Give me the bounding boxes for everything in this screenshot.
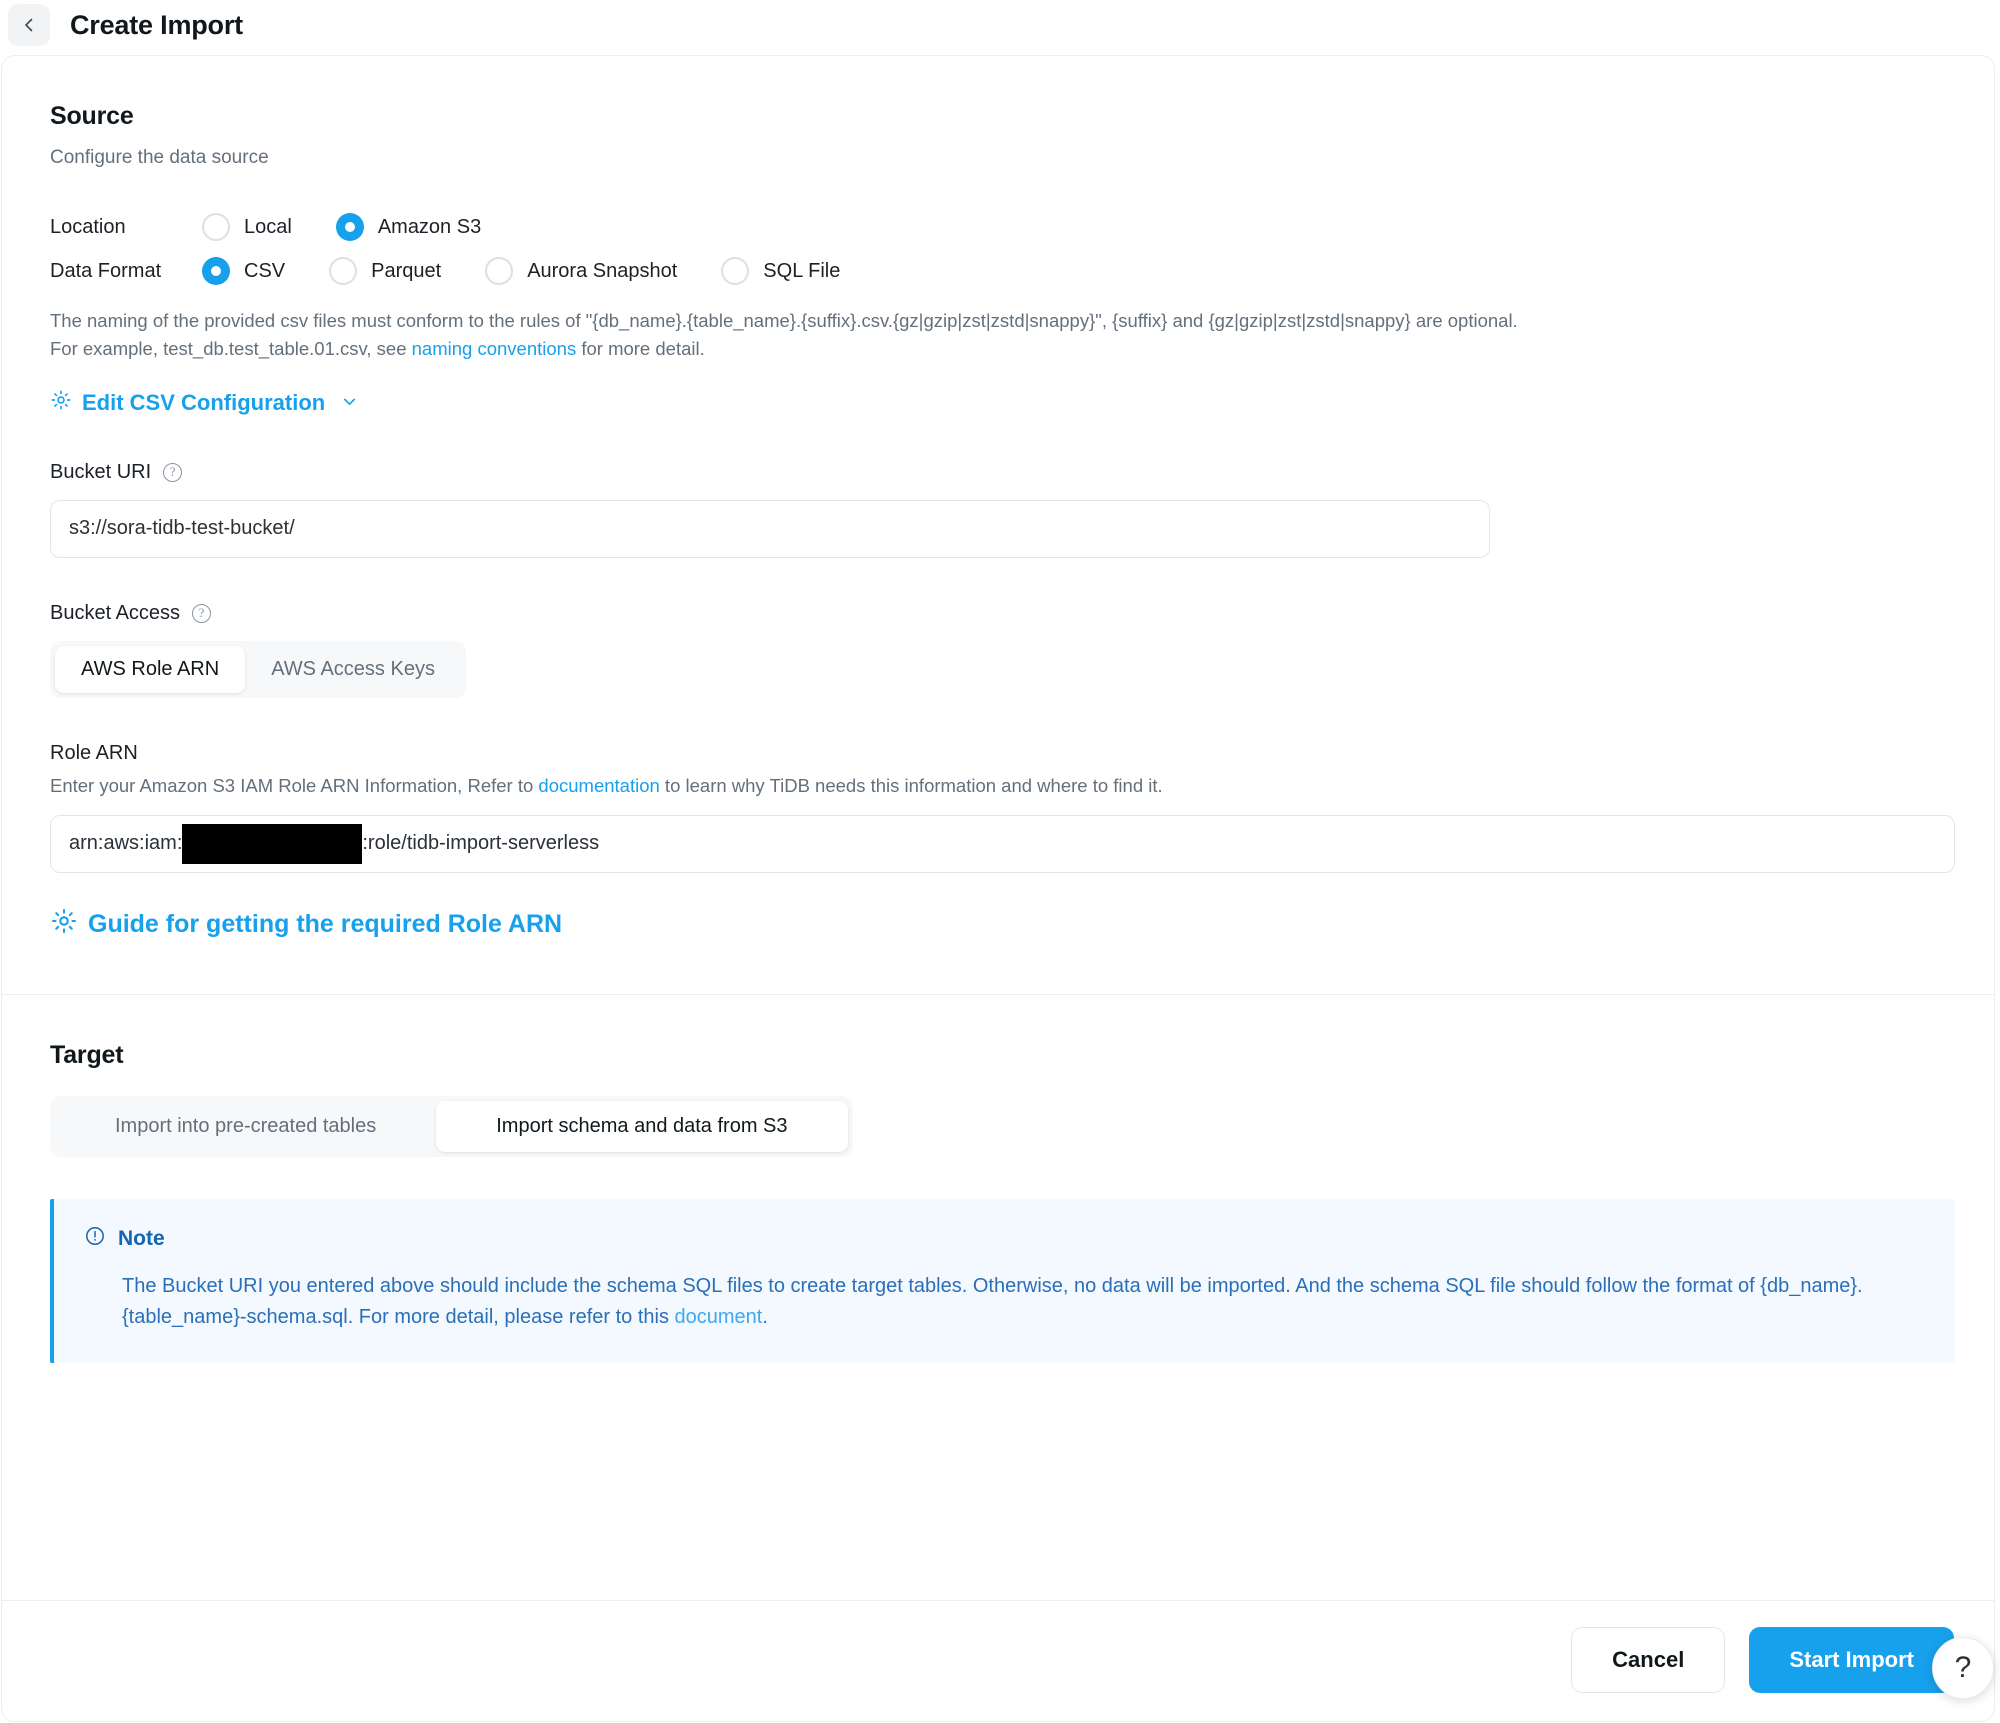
tab-import-schema-and-data-from-s3[interactable]: Import schema and data from S3	[436, 1100, 848, 1152]
role-arn-input[interactable]: arn:aws:iam: :role/tidb-import-serverless	[50, 814, 1955, 873]
role-arn-value-prefix: arn:aws:iam:	[69, 832, 183, 854]
naming-hint-text-1: The naming of the provided csv files mus…	[50, 310, 1518, 359]
note-title: Note	[118, 1226, 165, 1250]
source-title: Source	[50, 102, 134, 130]
redacted-account-id	[182, 823, 363, 864]
radio-format-csv-label: CSV	[244, 259, 286, 282]
radio-indicator	[335, 213, 364, 241]
chevron-left-icon	[20, 16, 38, 34]
naming-conventions-link[interactable]: naming conventions	[412, 338, 577, 359]
start-import-button[interactable]: Start Import	[1749, 1627, 1954, 1693]
radio-indicator	[202, 213, 230, 241]
role-arn-guide-label: Guide for getting the required Role ARN	[88, 909, 563, 938]
bucket-uri-label-row: Bucket URI ?	[50, 461, 1946, 484]
back-button[interactable]	[8, 4, 50, 46]
naming-hint: The naming of the provided csv files mus…	[50, 307, 1530, 363]
bucket-uri-label: Bucket URI	[50, 460, 152, 483]
gear-icon	[50, 907, 78, 942]
edit-csv-configuration-label: Edit CSV Configuration	[82, 389, 326, 415]
source-subtitle: Configure the data source	[50, 147, 269, 168]
question-circle-icon[interactable]: ?	[163, 462, 183, 482]
edit-csv-configuration-link[interactable]: Edit CSV Configuration	[50, 389, 358, 417]
location-label: Location	[50, 215, 126, 238]
radio-indicator	[721, 257, 750, 285]
chevron-down-icon	[341, 390, 358, 416]
radio-format-aurora-snapshot[interactable]: Aurora Snapshot	[485, 257, 677, 285]
info-circle-icon	[84, 1225, 106, 1253]
radio-indicator	[329, 257, 358, 285]
footer-divider	[2, 1600, 1994, 1601]
role-arn-guide-link[interactable]: Guide for getting the required Role ARN	[50, 907, 562, 942]
note-body-text-2: .	[762, 1305, 768, 1328]
documentation-link[interactable]: documentation	[538, 775, 659, 796]
data-format-row: Data Format CSV Parquet Aurora Snapshot …	[50, 257, 1946, 285]
data-format-label: Data Format	[50, 259, 162, 282]
role-arn-hint-text-2: to learn why TiDB needs this information…	[659, 774, 1163, 796]
target-tabs: Import into pre-created tables Import sc…	[50, 1095, 853, 1157]
radio-format-sql-file-label: SQL File	[763, 259, 841, 282]
location-row: Location Local Amazon S3	[50, 213, 1946, 241]
radio-indicator	[485, 257, 514, 285]
bucket-access-tabs: AWS Role ARN AWS Access Keys	[50, 640, 466, 698]
radio-indicator	[202, 257, 230, 285]
role-arn-hint: Enter your Amazon S3 IAM Role ARN Inform…	[50, 775, 1946, 797]
role-arn-label-row: Role ARN	[50, 742, 1946, 765]
role-arn-group: Role ARN Enter your Amazon S3 IAM Role A…	[50, 742, 1955, 873]
bucket-uri-group: Bucket URI ? s3://sora-tidb-test-bucket/	[50, 461, 1946, 558]
radio-format-parquet[interactable]: Parquet	[329, 257, 441, 285]
bucket-access-label: Bucket Access	[50, 601, 181, 624]
naming-hint-text-2: for more detail.	[576, 337, 705, 359]
tab-import-into-pre-created-tables[interactable]: Import into pre-created tables	[55, 1101, 436, 1152]
question-circle-icon[interactable]: ?	[192, 603, 212, 623]
radio-format-sql-file[interactable]: SQL File	[721, 257, 840, 285]
gear-icon	[50, 389, 72, 417]
radio-location-local[interactable]: Local	[202, 213, 292, 241]
footer-actions: Cancel Start Import	[1571, 1627, 1954, 1693]
source-section: Source Configure the data source Locatio…	[2, 56, 1994, 994]
note-header: Note	[84, 1225, 1925, 1253]
radio-format-aurora-snapshot-label: Aurora Snapshot	[527, 259, 678, 282]
radio-location-amazon-s3[interactable]: Amazon S3	[335, 213, 482, 241]
bucket-uri-value: s3://sora-tidb-test-bucket/	[69, 517, 295, 539]
radio-location-local-label: Local	[244, 215, 292, 238]
role-arn-hint-text-1: Enter your Amazon S3 IAM Role ARN Inform…	[50, 774, 539, 796]
note-body-text-1: The Bucket URI you entered above should …	[122, 1274, 1863, 1328]
radio-format-parquet-label: Parquet	[371, 259, 442, 282]
note-body: The Bucket URI you entered above should …	[84, 1271, 1925, 1333]
cancel-button[interactable]: Cancel	[1571, 1627, 1726, 1693]
role-arn-value-suffix: :role/tidb-import-serverless	[362, 832, 600, 854]
page-title: Create Import	[70, 9, 243, 40]
target-section: Target Import into pre-created tables Im…	[2, 995, 1994, 1363]
tab-aws-role-arn[interactable]: AWS Role ARN	[55, 645, 246, 693]
create-import-card: Source Configure the data source Locatio…	[1, 55, 1995, 1722]
bucket-uri-input[interactable]: s3://sora-tidb-test-bucket/	[50, 499, 1490, 558]
target-title: Target	[50, 1040, 124, 1069]
role-arn-label: Role ARN	[50, 741, 138, 764]
bucket-access-label-row: Bucket Access ?	[50, 602, 1946, 625]
bucket-access-group: Bucket Access ? AWS Role ARN AWS Access …	[50, 602, 1946, 698]
document-link[interactable]: document	[675, 1306, 763, 1328]
page-header: Create Import	[0, 0, 2000, 54]
radio-location-amazon-s3-label: Amazon S3	[377, 215, 482, 238]
tab-aws-access-keys[interactable]: AWS Access Keys	[245, 646, 461, 693]
note-callout: Note The Bucket URI you entered above sh…	[50, 1198, 1955, 1363]
radio-format-csv[interactable]: CSV	[202, 257, 285, 285]
help-button[interactable]: ?	[1932, 1637, 1994, 1699]
